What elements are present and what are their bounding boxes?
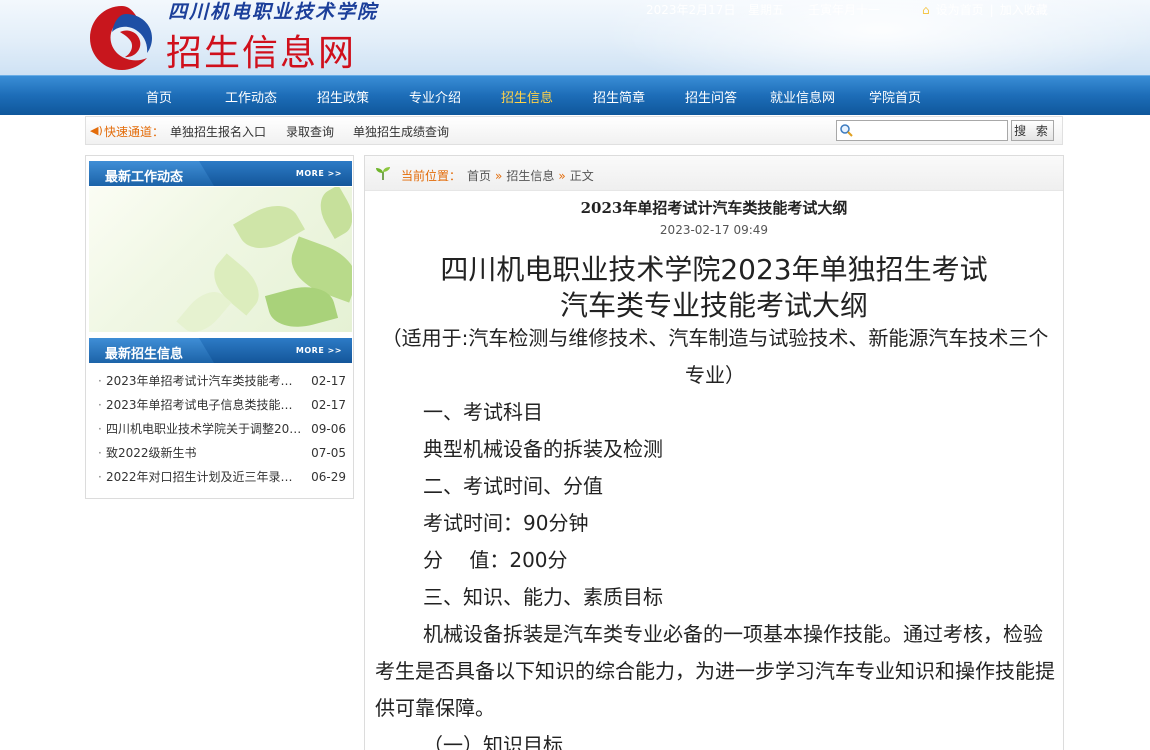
bullet-icon: · [98, 422, 102, 436]
nav-work-news[interactable]: 工作动态 [225, 76, 277, 116]
nav-employment[interactable]: 就业信息网 [770, 76, 835, 116]
search-box [836, 120, 1008, 141]
article-section-3: 三、知识、能力、素质目标 [423, 585, 663, 609]
breadcrumb-home[interactable]: 首页 [467, 169, 491, 183]
admission-news-list: · 2023年单招考试计汽车类技能考试大纲 02-17 · 2023年单招考试电子信息… [94, 371, 346, 491]
header-weekday: 星期五 [748, 3, 785, 17]
breadcrumb-separator: » [495, 169, 503, 183]
header-links: ⌂ 设为首页 | 加入收藏 [922, 1, 1048, 18]
set-home-link[interactable]: 设为首页 [936, 1, 984, 18]
search-input[interactable] [857, 122, 1005, 139]
bullet-icon: · [98, 470, 102, 484]
quick-link-score-query[interactable]: 单独招生成绩查询 [353, 123, 449, 140]
quick-link-admission-query[interactable]: 录取查询 [286, 123, 334, 140]
article-exam-time: 考试时间：90分钟 [423, 511, 589, 535]
news-title[interactable]: 2023年单招考试计汽车类技能考试大纲 [106, 371, 304, 391]
breadcrumb-bar: 当前位置： 首页» 招生信息» 正文 [365, 156, 1063, 191]
nav-admission-info[interactable]: 招生信息 [501, 76, 553, 116]
main-nav: 首页 工作动态 招生政策 专业介绍 招生信息 招生简章 招生问答 就业信息网 学… [0, 75, 1150, 115]
header-link-separator: | [989, 2, 994, 17]
sidebar-admission-news-title: 最新招生信息 [105, 347, 184, 362]
quick-link-signup[interactable]: 单独招生报名入口 [170, 123, 266, 140]
sidebar-work-news-header: 最新工作动态 MORE >> [89, 161, 352, 186]
quick-access-label: 快速通道： [104, 125, 165, 139]
breadcrumb-current: 正文 [569, 169, 594, 183]
main-content: 当前位置： 首页» 招生信息» 正文 2023年单招考试计汽车类技能考试大纲 202… [364, 155, 1064, 750]
article-scope: （适用于:汽车检测与维修技术、汽车制造与试验技术、新能源汽车技术三个专业） [381, 326, 1049, 387]
nav-faq[interactable]: 招生问答 [685, 76, 737, 116]
site-header: 四川机电职业技术学院 招生信息网 2023年2月17日 星期五 壬寅年月十一 ⌂… [0, 0, 1150, 75]
breadcrumb-admission-info[interactable]: 招生信息 [506, 169, 554, 183]
article-knowledge-goals: （一）知识目标 [423, 733, 563, 750]
search-button[interactable]: 搜 索 [1011, 120, 1054, 141]
article-heading-line1: 四川机电职业技术学院2023年单独招生考试 [440, 253, 988, 286]
more-link-work-news[interactable]: MORE >> [296, 169, 342, 178]
breadcrumb-separator: » [558, 169, 566, 183]
news-date: 07-05 [311, 446, 346, 460]
article-section-1-body: 典型机械设备的拆装及检测 [423, 437, 663, 461]
news-date: 02-17 [311, 374, 346, 388]
bullet-icon: · [98, 398, 102, 412]
site-name: 招生信息网 [166, 33, 357, 74]
sprout-icon [376, 167, 390, 180]
nav-college-home[interactable]: 学院首页 [869, 76, 921, 116]
article-section-1: 一、考试科目 [423, 400, 543, 424]
home-icon: ⌂ [922, 2, 930, 17]
page: 四川机电职业技术学院 招生信息网 2023年2月17日 星期五 壬寅年月十一 ⌂… [0, 0, 1150, 750]
list-item[interactable]: · 2022年对口招生计划及近三年录取分数 06-29 [94, 467, 346, 491]
article-section-2: 二、考试时间、分值 [423, 474, 603, 498]
list-item[interactable]: · 致2022级新生书 07-05 [94, 443, 346, 467]
article-exam-score: 分 值：200分 [423, 548, 568, 572]
nav-majors[interactable]: 专业介绍 [409, 76, 461, 116]
news-title[interactable]: 四川机电职业技术学院关于调整2022年招生计划 [106, 419, 304, 439]
list-item[interactable]: · 四川机电职业技术学院关于调整2022年招生计划 09-06 [94, 419, 346, 443]
list-item[interactable]: · 2023年单招考试电子信息类技能考试大纲 02-17 [94, 395, 346, 419]
decorative-leaves-image [89, 187, 352, 332]
quick-access-bar: ◀) 快速通道： 单独招生报名入口 录取查询 单独招生成绩查询 搜 索 [85, 116, 1063, 145]
article-date: 2023-02-17 09:49 [659, 223, 769, 237]
news-title[interactable]: 2023年单招考试电子信息类技能考试大纲 [106, 395, 304, 415]
header-date: 2023年2月17日 [646, 3, 736, 17]
news-title[interactable]: 致2022级新生书 [106, 443, 304, 463]
breadcrumb-label: 当前位置： [401, 169, 462, 183]
news-date: 09-06 [311, 422, 346, 436]
list-item[interactable]: · 2023年单招考试计汽车类技能考试大纲 02-17 [94, 371, 346, 395]
nav-policy[interactable]: 招生政策 [317, 76, 369, 116]
article-section-3-body: 机械设备拆装是汽车类专业必备的一项基本操作技能。通过考核，检验考生是否具备以下知… [375, 622, 1055, 720]
nav-brochure[interactable]: 招生简章 [593, 76, 645, 116]
sidebar-work-news-title: 最新工作动态 [105, 170, 184, 185]
sidebar: 最新工作动态 MORE >> 最新招生信息 MORE >> · 2023年单招考试… [85, 155, 354, 499]
speaker-icon: ◀) [90, 124, 103, 137]
article-heading-line2: 汽车类专业技能考试大纲 [559, 289, 868, 322]
sidebar-admission-news-header: 最新招生信息 MORE >> [89, 338, 352, 363]
school-name: 四川机电职业技术学院 [168, 1, 379, 23]
bullet-icon: · [98, 374, 102, 388]
bookmark-link[interactable]: 加入收藏 [1000, 1, 1048, 18]
more-link-admission-news[interactable]: MORE >> [296, 346, 342, 355]
news-date: 02-17 [311, 398, 346, 412]
breadcrumb: 首页» 招生信息» 正文 [467, 167, 594, 184]
nav-home[interactable]: 首页 [146, 76, 172, 116]
search-icon [840, 124, 853, 137]
school-logo-icon [90, 6, 152, 70]
bullet-icon: · [98, 446, 102, 460]
news-date: 06-29 [311, 470, 346, 484]
article-title: 2023年单招考试计汽车类技能考试大纲 [580, 199, 848, 217]
header-lunar-date: 壬寅年月十一 [808, 3, 881, 17]
news-title[interactable]: 2022年对口招生计划及近三年录取分数 [106, 467, 304, 487]
